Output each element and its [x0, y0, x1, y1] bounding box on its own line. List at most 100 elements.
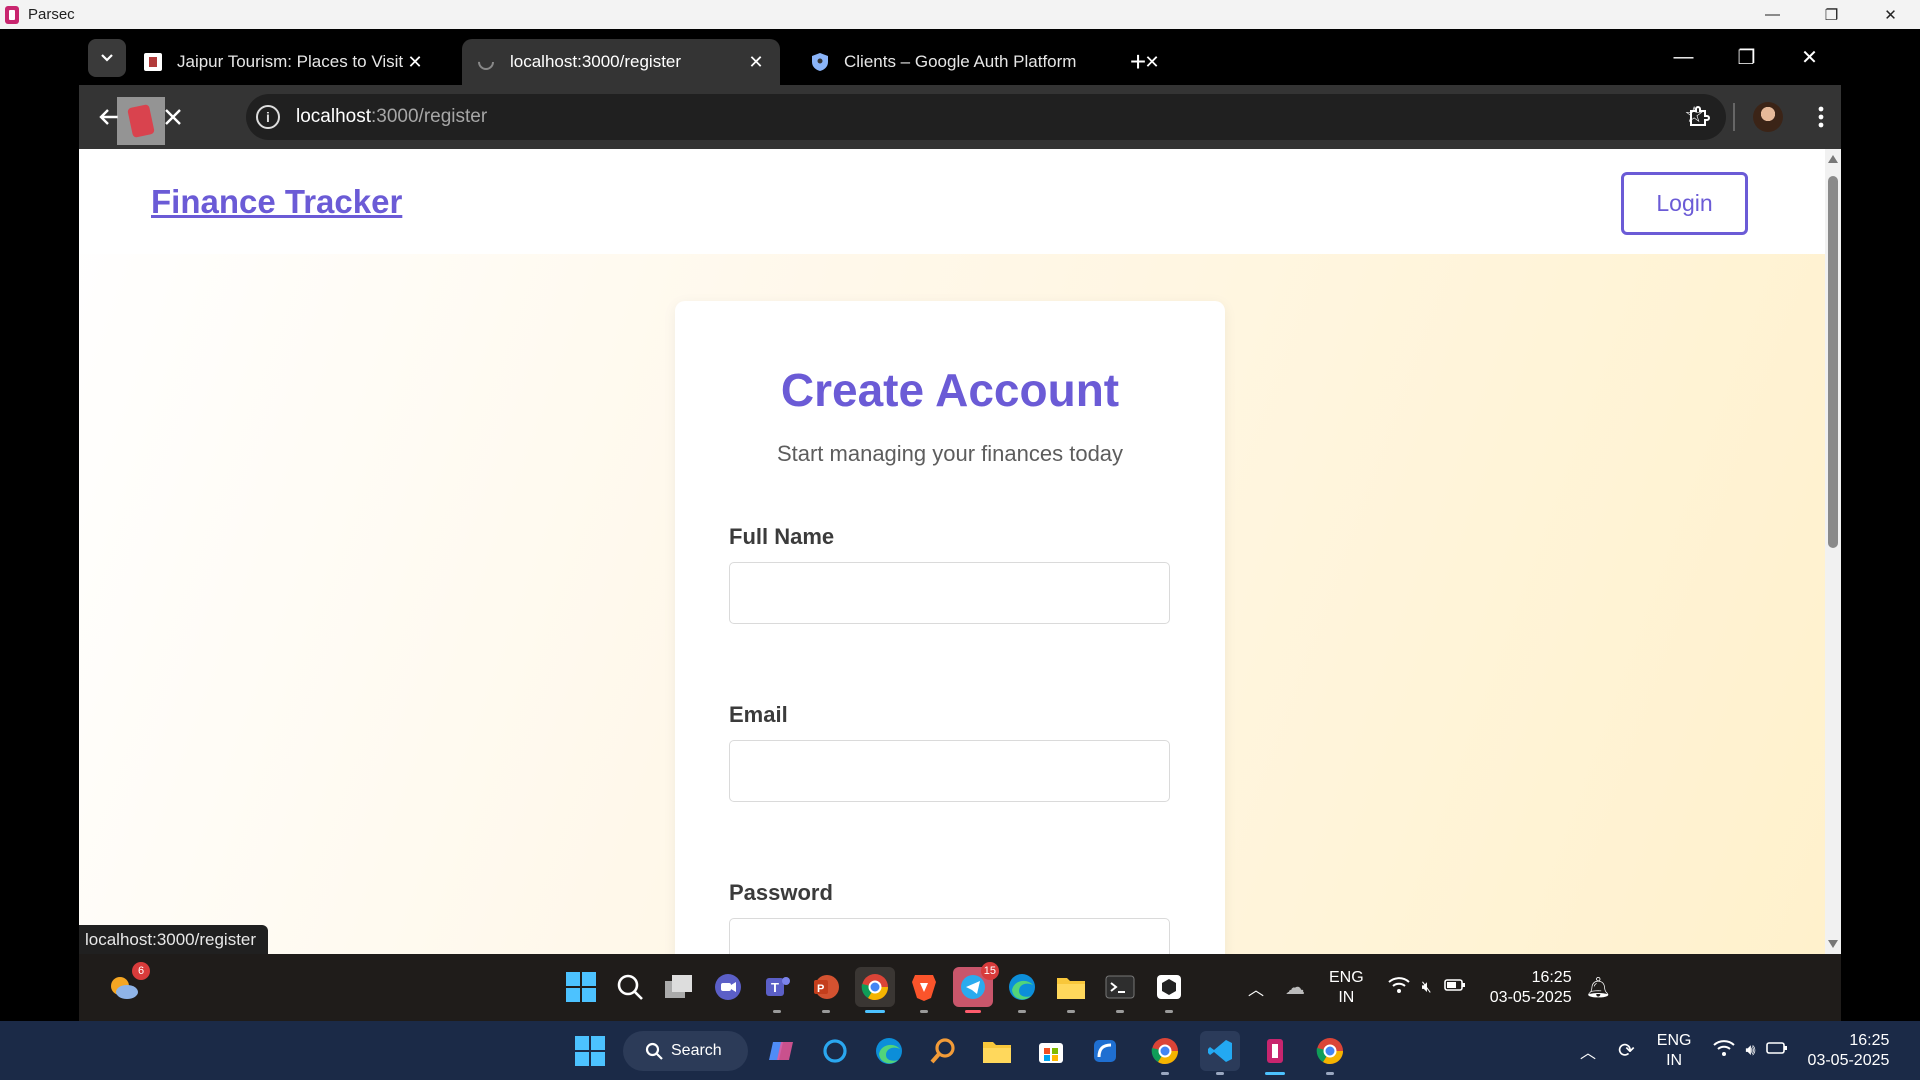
page-scrollbar[interactable]: [1825, 149, 1841, 954]
brave-icon[interactable]: [904, 967, 944, 1013]
speaker-icon[interactable]: 🔊︎: [1745, 1042, 1755, 1060]
svg-text:P: P: [817, 983, 824, 995]
vscode-icon[interactable]: [1200, 1031, 1240, 1075]
task-view-icon[interactable]: [659, 967, 699, 1007]
scroll-up-arrow-icon[interactable]: [1828, 155, 1838, 163]
meet-video-icon[interactable]: [708, 967, 748, 1007]
chrome-restore-button[interactable]: ❐: [1715, 37, 1778, 77]
telegram-badge: 15: [980, 962, 999, 980]
local-search-box[interactable]: Search: [623, 1031, 748, 1071]
tab-jaipur-tourism[interactable]: Jaipur Tourism: Places to Visit, S ✕: [129, 39, 439, 85]
microsoft-store-icon[interactable]: [1031, 1031, 1071, 1071]
full-name-input[interactable]: [729, 562, 1170, 624]
chrome-dev-icon[interactable]: [1310, 1031, 1350, 1075]
scrollbar-thumb[interactable]: [1828, 176, 1838, 548]
app-cube-icon[interactable]: [1149, 967, 1189, 1013]
notification-bell-icon[interactable]: 🔔︎: [1586, 975, 1611, 1000]
start-button[interactable]: [561, 967, 601, 1007]
close-tab-icon[interactable]: ✕: [744, 50, 768, 74]
search-label: Search: [671, 1042, 722, 1059]
jaipur-favicon-icon: [143, 52, 163, 72]
active-indicator: [865, 1010, 885, 1013]
speaker-muted-icon[interactable]: 🔇︎: [1422, 979, 1432, 997]
weather-widget-icon[interactable]: 6: [104, 962, 150, 1007]
chevron-up-icon[interactable]: ︿: [1580, 1039, 1596, 1063]
local-clock[interactable]: 16:25 03-05-2025: [1808, 1031, 1890, 1071]
local-chrome-icon[interactable]: [1145, 1031, 1185, 1075]
site-navbar: Finance Tracker Login: [79, 149, 1825, 254]
status-bubble-url: localhost:3000/register: [79, 925, 269, 954]
parsec-logo-icon: [5, 5, 19, 24]
email-label: Email: [729, 702, 788, 727]
local-system-tray: ︿ ⟳ ENG IN 🔊︎ 16:25 03-05-2025: [1580, 1021, 1889, 1080]
page-title: Create Account: [780, 364, 1120, 416]
page-subtitle: Start managing your finances today: [776, 441, 1124, 466]
more-vertical-icon: [1818, 106, 1824, 128]
local-taskbar: Search ︿ ⟳ ENG IN 🔊︎ 16:25 03-05-2025: [0, 1021, 1920, 1080]
tab-register[interactable]: localhost:3000/register ✕: [462, 39, 780, 85]
chrome-taskbar-icon[interactable]: [855, 967, 895, 1013]
copilot-icon[interactable]: [761, 1031, 801, 1071]
profile-avatar[interactable]: [1753, 102, 1783, 132]
password-input[interactable]: [729, 918, 1170, 954]
wifi-icon[interactable]: [1388, 976, 1410, 999]
close-tab-icon[interactable]: ✕: [403, 50, 427, 74]
wifi-icon[interactable]: [1713, 1039, 1736, 1062]
password-label: Password: [729, 880, 833, 905]
battery-icon[interactable]: [1443, 978, 1466, 997]
active-indicator: [1265, 1072, 1285, 1075]
magnifier-app-icon[interactable]: [923, 1031, 963, 1071]
teams-icon[interactable]: T: [757, 967, 797, 1013]
new-tab-button[interactable]: +: [1119, 43, 1157, 81]
tab-title: Jaipur Tourism: Places to Visit, S: [177, 52, 403, 71]
parsec-overlay-icon: [117, 97, 165, 145]
powerpoint-icon[interactable]: P: [806, 967, 846, 1013]
remote-system-tray: ︿ ☁ ENG IN 🔇︎ 16:25 03-05-2025 🔔︎: [1245, 954, 1611, 1021]
scroll-down-arrow-icon[interactable]: [1828, 940, 1838, 948]
terminal-icon[interactable]: [1100, 967, 1140, 1013]
chrome-close-button[interactable]: ✕: [1778, 37, 1841, 77]
local-file-explorer-icon[interactable]: [977, 1031, 1017, 1071]
search-icon[interactable]: [610, 967, 650, 1007]
remote-clock[interactable]: 16:25 03-05-2025: [1490, 968, 1572, 1008]
parsec-restore-button[interactable]: ❐: [1802, 0, 1861, 29]
toolbar-right: [1661, 97, 1841, 137]
language-indicator[interactable]: ENG IN: [1657, 1031, 1692, 1071]
parsec-window-title: Parsec: [28, 6, 75, 23]
address-url: localhost:3000/register: [296, 106, 487, 128]
running-indicator: [1018, 1010, 1026, 1013]
extensions-button[interactable]: [1679, 97, 1719, 137]
chrome-menu-button[interactable]: [1801, 97, 1841, 137]
telegram-icon[interactable]: 15: [953, 962, 999, 1013]
remote-desktop-app-icon[interactable]: [1085, 1031, 1125, 1071]
email-input[interactable]: [729, 740, 1170, 802]
file-explorer-icon[interactable]: [1051, 967, 1091, 1013]
parsec-window-controls: — ❐ ✕: [1743, 0, 1920, 29]
tab-search-button[interactable]: [88, 39, 126, 77]
site-info-icon[interactable]: i: [256, 105, 280, 129]
chrome-tab-strip: Jaipur Tourism: Places to Visit, S ✕ loc…: [79, 29, 1841, 85]
cortana-icon[interactable]: [815, 1031, 855, 1071]
local-edge-icon[interactable]: [869, 1031, 909, 1071]
brand-link[interactable]: Finance Tracker: [151, 183, 402, 221]
battery-icon[interactable]: [1765, 1041, 1788, 1060]
parsec-title-bar: Parsec — ❐ ✕: [0, 0, 1920, 29]
language-indicator[interactable]: ENG IN: [1329, 968, 1364, 1008]
puzzle-icon: [1690, 106, 1710, 126]
toolbar-divider: [1733, 103, 1735, 131]
region-code: IN: [1338, 988, 1355, 1006]
register-card: Create Account Start managing your finan…: [675, 301, 1225, 954]
chevron-up-icon[interactable]: ︿: [1245, 976, 1267, 1000]
clock-date: 03-05-2025: [1489, 988, 1572, 1006]
address-bar[interactable]: i localhost:3000/register ☆: [246, 94, 1726, 140]
register-page: Finance Tracker Login Create Account Sta…: [79, 149, 1825, 954]
onedrive-off-icon[interactable]: ☁: [1285, 975, 1305, 1000]
chrome-minimize-button[interactable]: —: [1652, 37, 1715, 77]
login-button[interactable]: Login: [1621, 172, 1748, 235]
edge-icon[interactable]: [1002, 967, 1042, 1013]
parsec-close-button[interactable]: ✕: [1861, 0, 1920, 29]
sync-icon[interactable]: ⟳: [1618, 1038, 1635, 1063]
local-parsec-icon[interactable]: [1255, 1031, 1295, 1075]
parsec-minimize-button[interactable]: —: [1743, 0, 1802, 29]
local-start-button[interactable]: [570, 1031, 610, 1071]
